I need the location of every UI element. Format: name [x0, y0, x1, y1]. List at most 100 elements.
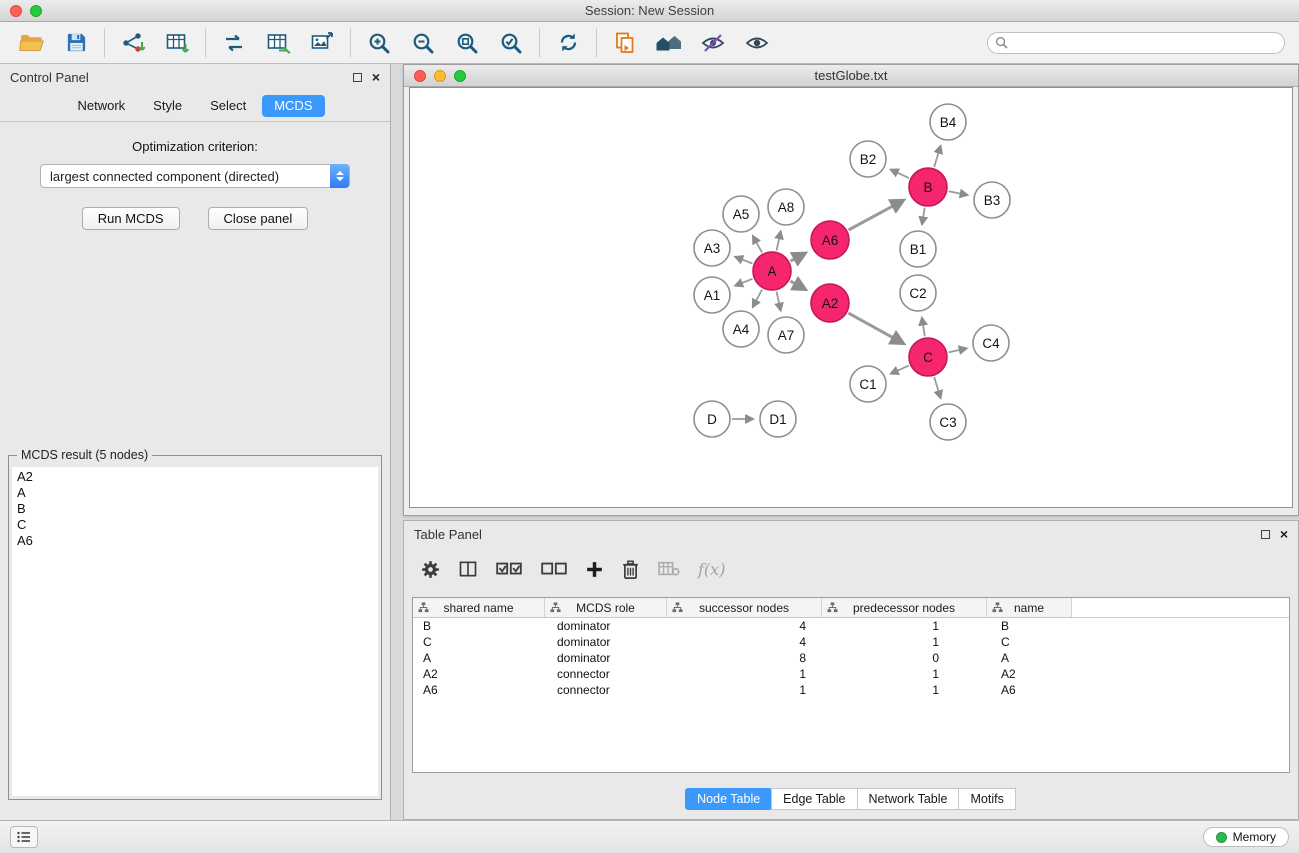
table-cell[interactable]: 0	[822, 651, 987, 665]
tab-style[interactable]: Style	[141, 95, 194, 117]
table-cell[interactable]: A	[413, 651, 545, 665]
home-button[interactable]	[651, 27, 687, 59]
graph-node-C4[interactable]: C4	[973, 325, 1009, 361]
add-row-button[interactable]	[585, 560, 604, 579]
float-table-panel-icon[interactable]	[1261, 530, 1270, 539]
table-cell[interactable]: A6	[413, 683, 545, 697]
delete-row-button[interactable]	[621, 559, 640, 580]
graph-edge-A-A3[interactable]	[735, 257, 752, 264]
graph-node-A5[interactable]: A5	[723, 196, 759, 232]
show-column-button[interactable]	[458, 559, 478, 579]
graph-node-B4[interactable]: B4	[930, 104, 966, 140]
graph-node-A6[interactable]: A6	[811, 221, 849, 259]
table-cell[interactable]: 1	[667, 667, 822, 681]
table-settings-button[interactable]	[420, 559, 441, 580]
graph-edge-C-C3[interactable]	[934, 377, 940, 398]
mcds-result-list[interactable]: A2ABCA6	[12, 467, 378, 796]
zoom-selected-button[interactable]	[493, 27, 529, 59]
table-cell[interactable]: 1	[822, 635, 987, 649]
graph-node-A3[interactable]: A3	[694, 230, 730, 266]
table-cell[interactable]: 1	[822, 667, 987, 681]
graph-node-D[interactable]: D	[694, 401, 730, 437]
graph-node-C[interactable]: C	[909, 338, 947, 376]
table-cell[interactable]: A2	[413, 667, 545, 681]
import-network-button[interactable]	[115, 27, 151, 59]
column-header-successor-nodes[interactable]: successor nodes	[667, 598, 822, 617]
optimization-criterion-dropdown[interactable]: largest connected component (directed)	[40, 164, 350, 188]
float-panel-icon[interactable]	[353, 73, 362, 82]
run-mcds-button[interactable]: Run MCDS	[82, 207, 180, 230]
zoom-in-button[interactable]	[361, 27, 397, 59]
search-input[interactable]	[1012, 34, 1284, 52]
table-row[interactable]: A2connector11A2	[413, 666, 1289, 682]
clone-network-button[interactable]	[607, 27, 643, 59]
table-cell[interactable]: dominator	[545, 635, 667, 649]
tab-edge-table[interactable]: Edge Table	[771, 788, 857, 810]
table-cell[interactable]: A	[987, 651, 1072, 665]
tab-network-table[interactable]: Network Table	[857, 788, 960, 810]
graph-node-D1[interactable]: D1	[760, 401, 796, 437]
delete-table-button[interactable]	[657, 560, 681, 578]
graph-edge-B-B2[interactable]	[891, 170, 909, 179]
column-header-name[interactable]: name	[987, 598, 1072, 617]
hide-details-button[interactable]	[695, 27, 731, 59]
table-cell[interactable]: connector	[545, 683, 667, 697]
graph-node-C2[interactable]: C2	[900, 275, 936, 311]
tab-node-table[interactable]: Node Table	[685, 788, 772, 810]
result-item[interactable]: A2	[12, 469, 378, 485]
table-cell[interactable]: C	[413, 635, 545, 649]
graph-node-A2[interactable]: A2	[811, 284, 849, 322]
unselect-all-button[interactable]	[540, 559, 568, 579]
graph-node-B2[interactable]: B2	[850, 141, 886, 177]
tab-mcds[interactable]: MCDS	[262, 95, 324, 117]
result-item[interactable]: C	[12, 517, 378, 533]
open-session-button[interactable]	[14, 27, 50, 59]
column-header-MCDS-role[interactable]: MCDS role	[545, 598, 667, 617]
task-history-button[interactable]	[10, 826, 38, 848]
table-cell[interactable]: 1	[822, 683, 987, 697]
graph-node-A7[interactable]: A7	[768, 317, 804, 353]
result-item[interactable]: A6	[12, 533, 378, 549]
tab-motifs[interactable]: Motifs	[958, 788, 1015, 810]
table-cell[interactable]: 1	[822, 619, 987, 633]
graph-node-B1[interactable]: B1	[900, 231, 936, 267]
save-session-button[interactable]	[58, 27, 94, 59]
graph-edge-A6-B[interactable]	[849, 200, 904, 230]
graph-edge-A-A5[interactable]	[753, 236, 762, 253]
table-cell[interactable]: C	[987, 635, 1072, 649]
table-cell[interactable]: dominator	[545, 651, 667, 665]
network-canvas[interactable]: B4B2BB3A5A8A6A3B1AC2A1A2A4A7C4CC1DD1C3	[409, 87, 1293, 508]
function-builder-button[interactable]: f(x)	[698, 560, 725, 579]
memory-button[interactable]: Memory	[1203, 827, 1289, 847]
graph-edge-C-C1[interactable]	[891, 366, 909, 374]
table-cell[interactable]: 4	[667, 635, 822, 649]
close-panel-icon[interactable]: ×	[372, 70, 380, 84]
zoom-fit-button[interactable]	[449, 27, 485, 59]
tab-select[interactable]: Select	[198, 95, 258, 117]
graph-edge-A-A8[interactable]	[777, 231, 781, 250]
export-image-button[interactable]	[304, 27, 340, 59]
result-item[interactable]: B	[12, 501, 378, 517]
graph-node-A8[interactable]: A8	[768, 189, 804, 225]
table-cell[interactable]: 1	[667, 683, 822, 697]
table-cell[interactable]: B	[413, 619, 545, 633]
graph-node-A4[interactable]: A4	[723, 311, 759, 347]
graph-node-C3[interactable]: C3	[930, 404, 966, 440]
column-header-shared-name[interactable]: shared name	[413, 598, 545, 617]
graph-edge-B-B4[interactable]	[934, 146, 940, 167]
graph-edge-A-A1[interactable]	[735, 279, 752, 286]
graph-node-C1[interactable]: C1	[850, 366, 886, 402]
table-cell[interactable]: dominator	[545, 619, 667, 633]
graph-edge-A-A2[interactable]	[790, 281, 805, 289]
zoom-out-button[interactable]	[405, 27, 441, 59]
graph-edge-C-C4[interactable]	[949, 348, 967, 352]
table-cell[interactable]: 4	[667, 619, 822, 633]
table-cell[interactable]: A6	[987, 683, 1072, 697]
table-cell[interactable]: B	[987, 619, 1072, 633]
graph-edge-C-C2[interactable]	[922, 318, 925, 337]
result-item[interactable]: A	[12, 485, 378, 501]
graph-edge-B-B1[interactable]	[922, 208, 925, 225]
table-row[interactable]: A6connector11A6	[413, 682, 1289, 698]
close-panel-button[interactable]: Close panel	[208, 207, 309, 230]
table-row[interactable]: Cdominator41C	[413, 634, 1289, 650]
